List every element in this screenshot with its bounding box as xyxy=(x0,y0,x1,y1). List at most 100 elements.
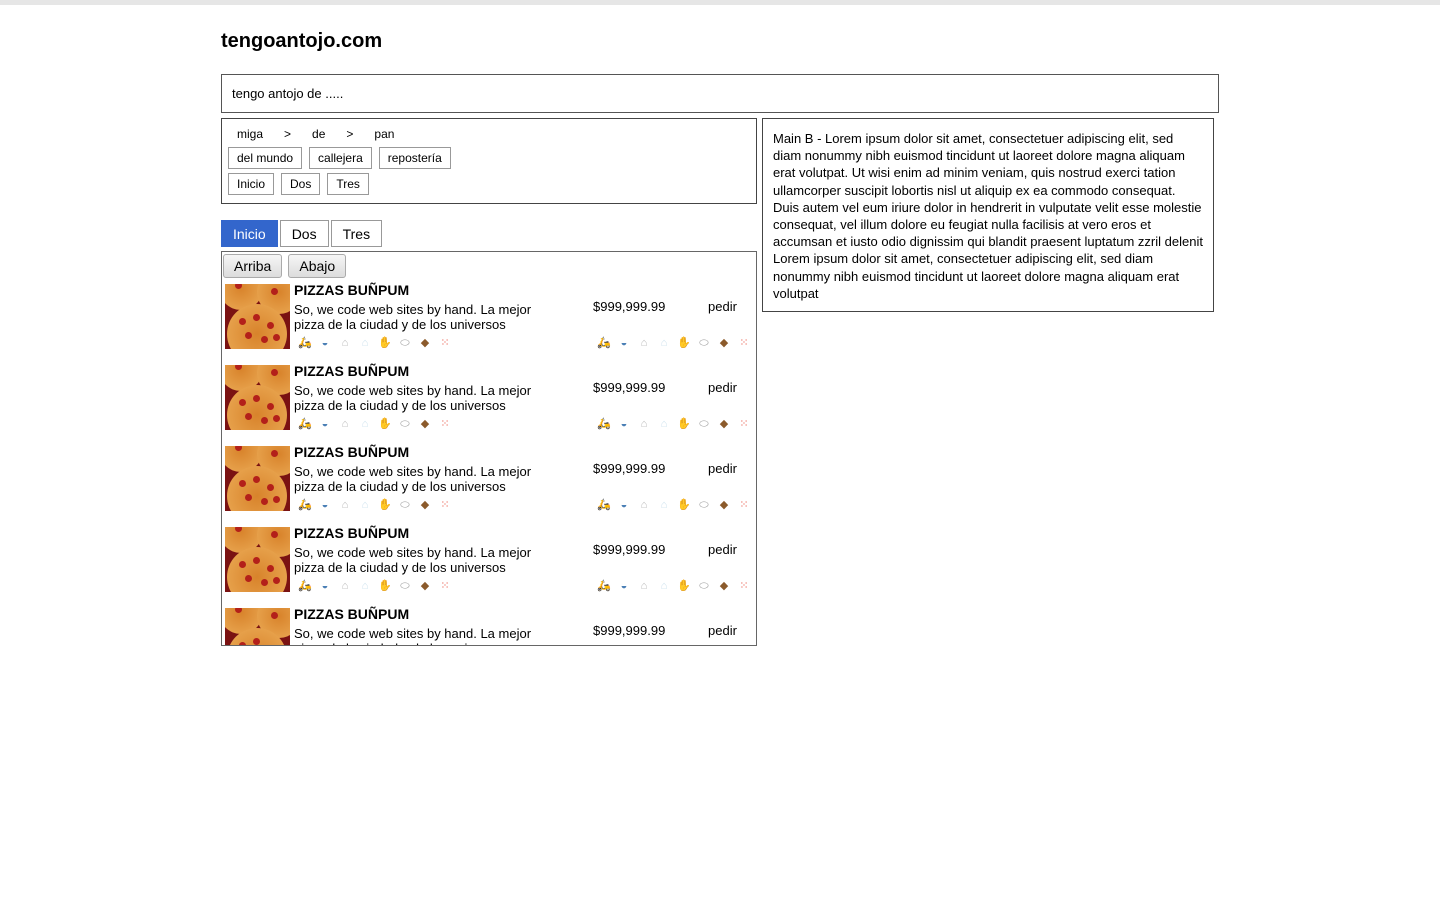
plate-icon: ⬭ xyxy=(699,418,709,430)
shirt-icon: ⌂ xyxy=(361,499,369,511)
chef-hat-icon: ⌂ xyxy=(640,580,648,592)
order-link[interactable]: pedir xyxy=(708,461,737,476)
category-callejera-button[interactable]: callejera xyxy=(309,147,372,169)
order-link[interactable]: pedir xyxy=(708,380,737,395)
breadcrumb-item-de[interactable]: de xyxy=(312,127,325,141)
shirt-icon: ⌂ xyxy=(660,418,668,430)
shirt-icon: ⌂ xyxy=(660,337,668,349)
hand-icon: ✋ xyxy=(378,499,392,511)
tab-dos[interactable]: Dos xyxy=(279,220,329,247)
search-input[interactable]: tengo antojo de ..... xyxy=(221,74,1219,113)
nav-buttons: Inicio Dos Tres xyxy=(228,173,750,195)
pot-icon: ◒ xyxy=(321,499,329,511)
nav-inicio-button[interactable]: Inicio xyxy=(228,173,275,195)
shirt-icon: ⌂ xyxy=(361,337,369,349)
chef-hat-icon: ⌂ xyxy=(341,580,349,592)
pizza-thumbnail[interactable] xyxy=(225,284,290,349)
main-b-text-panel: Main B - Lorem ipsum dolor sit amet, con… xyxy=(762,118,1214,312)
hand-icon: ✋ xyxy=(677,337,691,349)
hand-icon: ✋ xyxy=(677,499,691,511)
breadcrumb-separator: > xyxy=(346,127,354,141)
product-name[interactable]: PIZZAS BUÑPUM xyxy=(294,525,409,541)
shirt-icon: ⌂ xyxy=(660,580,668,592)
scooter-icon: 🛵 xyxy=(298,580,312,592)
product-price: $999,999.99 xyxy=(593,623,666,638)
order-link[interactable]: pedir xyxy=(708,623,737,638)
list-item[interactable]: PIZZAS BUÑPUM So, we code web sites by h… xyxy=(222,604,756,645)
product-list-panel[interactable]: Arriba Abajo PIZZAS BUÑPUM So, we code w… xyxy=(221,251,757,646)
product-name[interactable]: PIZZAS BUÑPUM xyxy=(294,606,409,622)
product-price: $999,999.99 xyxy=(593,380,666,395)
plate-icon: ⬭ xyxy=(400,418,410,430)
plate-icon: ⬭ xyxy=(400,337,410,349)
plate-icon: ⬭ xyxy=(699,499,709,511)
order-link[interactable]: pedir xyxy=(708,542,737,557)
scooter-icon: 🛵 xyxy=(597,337,611,349)
feature-icons-secondary: 🛵 ◒ ⌂ ⌂ ✋ ⬭ ◆ ⁙ xyxy=(594,418,754,430)
feature-icons-secondary: 🛵 ◒ ⌂ ⌂ ✋ ⬭ ◆ ⁙ xyxy=(594,580,754,592)
category-del-mundo-button[interactable]: del mundo xyxy=(228,147,303,169)
shirt-icon: ⌂ xyxy=(660,499,668,511)
product-price: $999,999.99 xyxy=(593,542,666,557)
scroll-down-button[interactable]: Abajo xyxy=(288,254,347,278)
dots-icon: ⁙ xyxy=(440,580,450,592)
scooter-icon: 🛵 xyxy=(597,499,611,511)
product-name[interactable]: PIZZAS BUÑPUM xyxy=(294,282,409,298)
plate-icon: ⬭ xyxy=(400,580,410,592)
bread-icon: ◆ xyxy=(719,499,729,511)
product-price: $999,999.99 xyxy=(593,299,666,314)
feature-icons: 🛵 ◒ ⌂ ⌂ ✋ ⬭ ◆ ⁙ xyxy=(295,580,455,592)
breadcrumb-item-miga[interactable]: miga xyxy=(237,127,263,141)
product-price: $999,999.99 xyxy=(593,461,666,476)
list-item[interactable]: PIZZAS BUÑPUM So, we code web sites by h… xyxy=(222,280,756,361)
category-buttons: del mundo callejera repostería xyxy=(228,147,750,169)
scroll-up-button[interactable]: Arriba xyxy=(223,254,283,278)
tab-tres[interactable]: Tres xyxy=(330,220,383,247)
pizza-thumbnail[interactable] xyxy=(225,365,290,430)
bread-icon: ◆ xyxy=(719,337,729,349)
chef-hat-icon: ⌂ xyxy=(640,418,648,430)
dots-icon: ⁙ xyxy=(440,499,450,511)
order-link[interactable]: pedir xyxy=(708,299,737,314)
breadcrumb: miga > de > pan xyxy=(228,125,750,143)
pot-icon: ◒ xyxy=(321,580,329,592)
pizza-thumbnail[interactable] xyxy=(225,446,290,511)
hand-icon: ✋ xyxy=(677,418,691,430)
list-item[interactable]: PIZZAS BUÑPUM So, we code web sites by h… xyxy=(222,442,756,523)
pizza-thumbnail[interactable] xyxy=(225,608,290,645)
product-description: So, we code web sites by hand. La mejor … xyxy=(294,545,532,575)
dots-icon: ⁙ xyxy=(440,418,450,430)
chef-hat-icon: ⌂ xyxy=(640,337,648,349)
pizza-thumbnail[interactable] xyxy=(225,527,290,592)
pot-icon: ◒ xyxy=(321,418,329,430)
hand-icon: ✋ xyxy=(378,418,392,430)
chef-hat-icon: ⌂ xyxy=(640,499,648,511)
product-name[interactable]: PIZZAS BUÑPUM xyxy=(294,444,409,460)
scroll-controls: Arriba Abajo xyxy=(222,252,756,280)
shirt-icon: ⌂ xyxy=(361,418,369,430)
category-reposteria-button[interactable]: repostería xyxy=(378,147,451,169)
product-description: So, we code web sites by hand. La mejor … xyxy=(294,626,532,645)
scooter-icon: 🛵 xyxy=(298,499,312,511)
list-item[interactable]: PIZZAS BUÑPUM So, we code web sites by h… xyxy=(222,361,756,442)
tab-inicio[interactable]: Inicio xyxy=(221,220,278,247)
nav-tres-button[interactable]: Tres xyxy=(327,173,369,195)
bread-icon: ◆ xyxy=(420,580,430,592)
product-list: PIZZAS BUÑPUM So, we code web sites by h… xyxy=(222,280,756,645)
breadcrumb-item-pan[interactable]: pan xyxy=(374,127,394,141)
product-name[interactable]: PIZZAS BUÑPUM xyxy=(294,363,409,379)
navigation-panel: miga > de > pan del mundo callejera repo… xyxy=(221,118,757,204)
hand-icon: ✋ xyxy=(378,580,392,592)
list-item[interactable]: PIZZAS BUÑPUM So, we code web sites by h… xyxy=(222,523,756,604)
dots-icon: ⁙ xyxy=(739,418,749,430)
dots-icon: ⁙ xyxy=(739,337,749,349)
bread-icon: ◆ xyxy=(719,580,729,592)
dots-icon: ⁙ xyxy=(739,580,749,592)
site-title[interactable]: tengoantojo.com xyxy=(221,30,382,53)
chef-hat-icon: ⌂ xyxy=(341,499,349,511)
bread-icon: ◆ xyxy=(719,418,729,430)
pot-icon: ◒ xyxy=(620,580,628,592)
nav-dos-button[interactable]: Dos xyxy=(281,173,321,195)
dots-icon: ⁙ xyxy=(739,499,749,511)
shirt-icon: ⌂ xyxy=(361,580,369,592)
